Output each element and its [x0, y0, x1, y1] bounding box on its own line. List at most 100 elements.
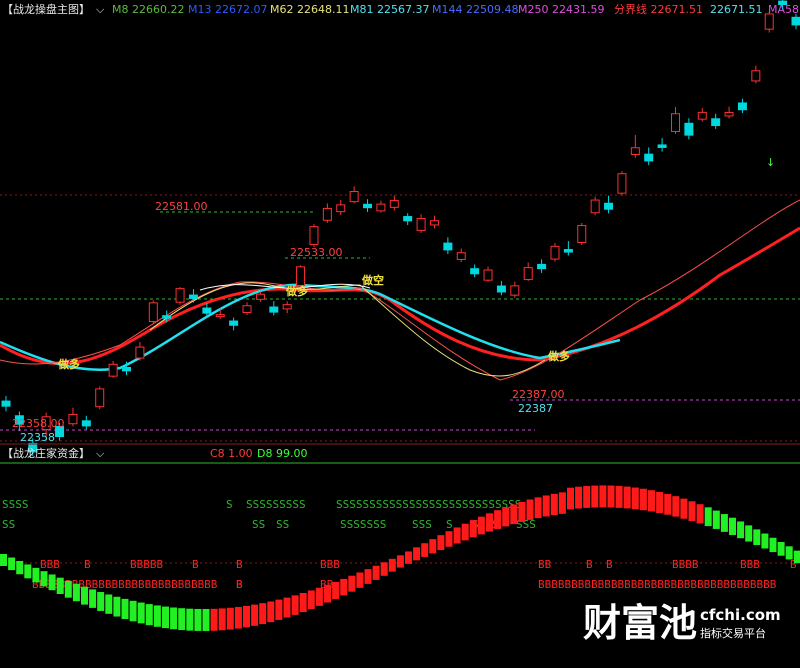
chart-root: 【战龙操盘主图】 ⌵ M8 22660.22 M13 22672.07 M62 22…: [0, 0, 800, 668]
flow-bar: [510, 504, 518, 525]
flow-bar: [429, 539, 437, 554]
chevron-down-icon[interactable]: ⌵: [96, 447, 105, 460]
candle-body: [242, 305, 252, 313]
price-label: 22358.00: [12, 417, 65, 430]
candle-body: [416, 218, 426, 231]
candle-body: [483, 269, 493, 281]
flow-bar: [97, 592, 105, 611]
flow-bar: [769, 537, 777, 553]
sell-signal-letters: SSSSSSS: [340, 518, 386, 531]
flow-bar: [494, 510, 502, 529]
flow-bar: [785, 546, 793, 560]
flow-bar: [364, 569, 372, 584]
candle-body: [95, 388, 105, 408]
candle-body: [496, 285, 506, 293]
trade-signal: 做多: [547, 349, 570, 363]
candle-body: [443, 242, 453, 251]
candle[interactable]: [148, 300, 158, 324]
flow-bar: [259, 603, 267, 625]
candle-body: [456, 252, 466, 260]
flow-bar: [639, 488, 647, 511]
candle-body: [724, 112, 734, 117]
flow-bar: [299, 592, 307, 613]
candle-body: [737, 102, 747, 111]
flow-bar: [202, 608, 210, 631]
flow-bar: [720, 514, 728, 532]
price-label: 22581.00: [155, 200, 208, 213]
flow-bar: [469, 520, 477, 538]
flow-bar: [623, 486, 631, 509]
candle-body: [751, 70, 761, 82]
sell-signal-letters: SSSSSSSSS: [246, 498, 306, 511]
candle[interactable]: [296, 265, 306, 288]
candle[interactable]: [309, 224, 319, 247]
buy-signal-letters: B: [606, 558, 613, 571]
flow-bar: [672, 496, 680, 517]
flow-bar: [550, 493, 558, 516]
sub-panel-title[interactable]: 【战龙庄家资金】: [2, 446, 90, 460]
flow-bar: [64, 580, 72, 598]
flow-bar: [348, 575, 356, 592]
candle[interactable]: [95, 386, 105, 410]
indicator-value: M62 22648.11: [270, 3, 349, 16]
flow-bar: [591, 485, 599, 508]
flow-bar: [340, 578, 348, 596]
flow-bar: [307, 590, 315, 610]
sub-indicator-value: D8 99.00: [257, 447, 307, 460]
candle-body: [363, 203, 373, 209]
candle-body: [403, 216, 413, 222]
price-label: 22358: [20, 431, 55, 444]
flow-bar: [267, 601, 275, 623]
flow-bar: [226, 607, 234, 630]
price-label: 22533.00: [290, 246, 343, 259]
sell-signal-letters: SS: [2, 518, 15, 531]
flow-bar: [526, 499, 534, 520]
buy-signal-letters: BBB: [740, 558, 760, 571]
candle[interactable]: [175, 286, 185, 305]
candle-body: [269, 306, 279, 313]
candle[interactable]: [577, 223, 587, 246]
candle-body: [604, 202, 614, 210]
watermark-domain: cfchi.com: [700, 606, 781, 624]
flow-bar: [421, 543, 429, 557]
flow-bar: [396, 555, 404, 568]
flow-bar: [48, 574, 56, 591]
chevron-down-icon[interactable]: ⌵: [96, 3, 105, 16]
flow-bar: [153, 605, 161, 627]
candle-body: [523, 267, 533, 280]
indicator-row: M8 22660.22 M13 22672.07 M62 22648.11 M81 2…: [112, 2, 799, 16]
flow-bar: [315, 587, 323, 606]
flow-bar: [234, 606, 242, 629]
indicator-value: 22671.51: [710, 3, 763, 16]
candle-body: [590, 199, 600, 214]
flow-bar: [656, 491, 664, 513]
flow-bar: [121, 598, 129, 620]
candle-body: [135, 346, 145, 359]
sub-panel-values: C8 1.00 D8 99.00: [210, 447, 307, 460]
price-label: 22387: [518, 402, 553, 415]
flow-bar: [194, 608, 202, 631]
chart-canvas: 【战龙操盘主图】 ⌵ M8 22660.22 M13 22672.07 M62 22…: [0, 0, 800, 668]
candle[interactable]: [617, 171, 627, 196]
flow-bar: [113, 596, 121, 617]
candle-body: [429, 220, 439, 226]
sell-signal-letters: S: [226, 498, 233, 511]
buy-signal-letters: B: [84, 558, 91, 571]
watermark: 财富池 cfchi.com 指标交易平台: [583, 601, 781, 645]
flow-bar: [486, 513, 493, 532]
flow-bar: [72, 583, 80, 602]
flow-bar: [558, 492, 566, 514]
candle[interactable]: [764, 11, 774, 33]
flow-bar: [380, 562, 388, 576]
main-panel-title[interactable]: 【战龙操盘主图】: [2, 2, 90, 16]
buy-signal-letters: B: [236, 558, 243, 571]
candle-body: [229, 320, 239, 326]
flow-bar: [81, 586, 88, 605]
candle-body: [148, 302, 158, 322]
flow-bar: [696, 504, 704, 524]
sub-indicator-value: C8 1.00: [210, 447, 253, 460]
trade-signal: 做多: [57, 357, 80, 371]
buy-signal-letters: BBB: [40, 558, 60, 571]
flow-bar: [607, 485, 615, 508]
candle-body: [389, 200, 399, 208]
